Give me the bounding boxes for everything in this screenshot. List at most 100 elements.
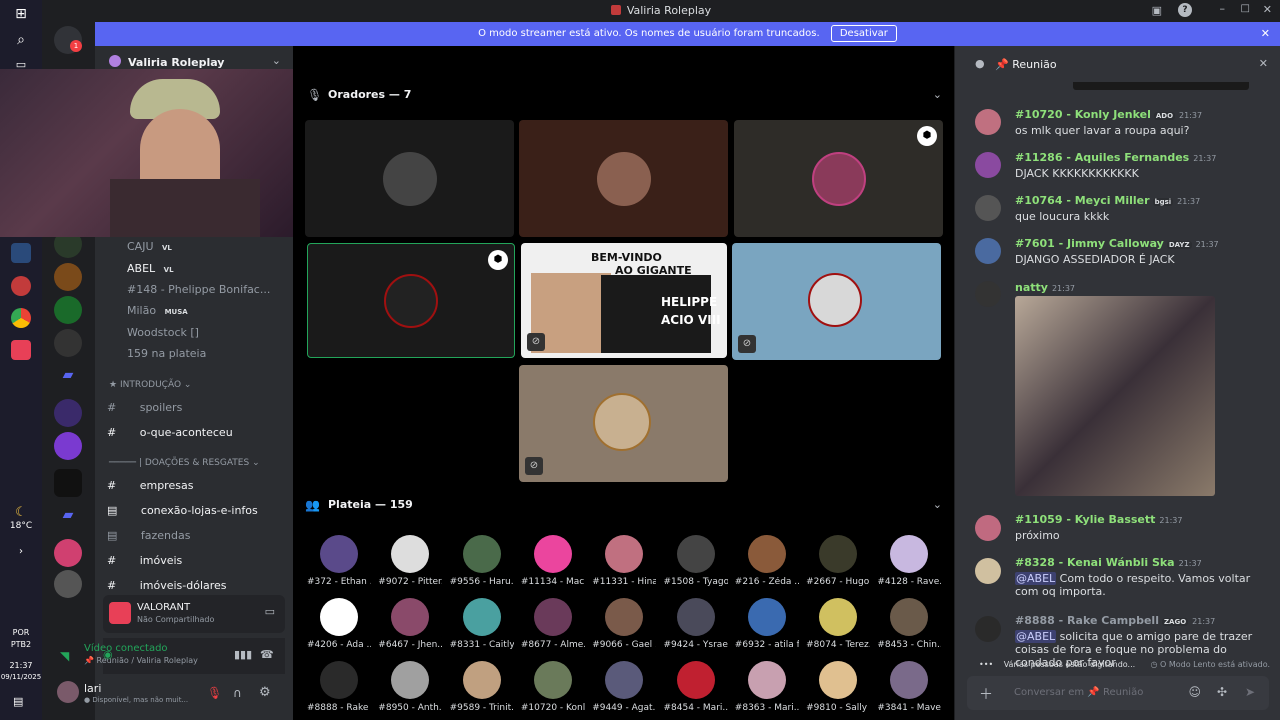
channel-conexao[interactable]: ▤ conexão-lojas-e-infos — [107, 504, 258, 517]
audience-avatar[interactable] — [605, 535, 644, 573]
audience-avatar[interactable] — [320, 598, 358, 636]
app-icon[interactable] — [11, 276, 31, 296]
speaker-tile-active[interactable]: ⬢ — [307, 243, 515, 358]
add-attachment-icon[interactable]: ＋ — [979, 684, 993, 704]
message-input[interactable]: ＋ Conversar em 📌 Reunião ☺ ✣ ➤ — [967, 676, 1269, 710]
audience-avatar[interactable] — [819, 535, 858, 573]
speaker-tile[interactable]: ⊘ — [519, 365, 728, 482]
server-icon[interactable] — [54, 570, 82, 598]
speaker-tile[interactable]: ⊘ — [732, 243, 941, 360]
server-icon[interactable] — [54, 296, 82, 324]
close-banner-icon[interactable]: ✕ — [1261, 22, 1270, 46]
user-avatar[interactable] — [57, 681, 79, 703]
audience-avatar[interactable] — [391, 598, 430, 636]
screen-share-icon[interactable]: ▭ — [265, 605, 275, 618]
chevron-up-icon[interactable]: › — [0, 546, 42, 557]
audience-avatar[interactable] — [605, 661, 644, 699]
message-avatar[interactable] — [975, 515, 1001, 541]
audience-avatar[interactable] — [747, 598, 786, 636]
close-chat-icon[interactable]: ✕ — [1259, 57, 1268, 70]
audience-avatar[interactable] — [676, 598, 715, 636]
clock-time[interactable]: 21:37 — [0, 661, 42, 670]
server-icon[interactable] — [54, 399, 82, 427]
chevron-down-icon[interactable]: ⌄ — [272, 54, 281, 67]
speaker-tile[interactable] — [305, 120, 514, 237]
audience-avatar[interactable] — [819, 661, 858, 699]
server-icon[interactable] — [54, 469, 82, 497]
speaker-tile[interactable]: ⬢ — [734, 120, 943, 237]
activity-panel[interactable]: VALORANT Não Compartilhado ▭ — [103, 595, 285, 633]
server-icon[interactable] — [54, 432, 82, 460]
mic-muted-icon[interactable]: 🎙 — [207, 686, 222, 700]
audience-avatar[interactable] — [676, 535, 715, 573]
server-icon[interactable] — [54, 263, 82, 291]
disconnect-icon[interactable]: ☎ — [260, 648, 274, 661]
settings-gear-icon[interactable]: ⚙ — [259, 685, 271, 700]
message-avatar[interactable] — [975, 238, 1001, 264]
emoji-icon[interactable]: ☺ — [1188, 685, 1201, 699]
server-icon[interactable] — [54, 329, 82, 357]
audience-avatar[interactable] — [533, 598, 572, 636]
disable-streamer-button[interactable]: Desativar — [830, 25, 897, 42]
audience-avatar[interactable] — [391, 661, 430, 699]
channel-imoveis-dolares[interactable]: # imóveis-dólares — [107, 579, 227, 592]
stage-member[interactable]: Milão MUSA — [127, 304, 190, 317]
signal-icon[interactable]: ◥ — [60, 649, 69, 663]
windows-start-icon[interactable]: ⊞ — [11, 6, 31, 26]
close-window-icon[interactable]: ✕ — [1263, 3, 1272, 16]
audience-count[interactable]: 159 na plateia — [127, 347, 206, 360]
headphones-icon[interactable]: ∩ — [233, 686, 242, 700]
category-introducao[interactable]: ★ INTRODUÇÃO ⌄ — [109, 380, 191, 390]
search-icon[interactable]: ⌕ — [11, 32, 31, 52]
audience-avatar[interactable] — [391, 535, 430, 573]
folder-icon[interactable]: ▰ — [54, 507, 82, 535]
screen-share-tile[interactable]: BEM-VINDO AO GIGANTE HELIPPE ACIO VIII ⊘ — [521, 243, 727, 358]
message-avatar[interactable] — [975, 281, 1001, 307]
inbox-icon[interactable]: ▣ — [1152, 4, 1162, 17]
folder-icon[interactable]: ▰ — [54, 367, 82, 395]
audience-avatar[interactable] — [676, 661, 715, 699]
chevron-down-icon[interactable]: ⌄ — [933, 88, 942, 101]
audience-avatar[interactable] — [533, 535, 572, 573]
audience-avatar[interactable] — [320, 535, 358, 573]
minimize-icon[interactable]: – — [1220, 2, 1226, 15]
stage-member[interactable]: #148 - Phelippe Bonifac... — [127, 283, 277, 296]
chevron-down-icon[interactable]: ⌄ — [933, 498, 942, 511]
help-icon[interactable]: ? — [1178, 3, 1192, 17]
apps-icon[interactable]: ✣ — [1217, 685, 1227, 699]
message-avatar[interactable] — [975, 109, 1001, 135]
server-name[interactable]: Valiria Roleplay — [128, 56, 224, 69]
steam-icon[interactable] — [11, 243, 31, 263]
send-icon[interactable]: ➤ — [1245, 685, 1255, 699]
user-name[interactable]: lari — [84, 682, 101, 695]
message-avatar[interactable] — [975, 558, 1001, 584]
stage-member[interactable]: CAJU VL — [127, 240, 174, 253]
audience-avatar[interactable] — [605, 598, 644, 636]
message-avatar[interactable] — [975, 195, 1001, 221]
chrome-icon[interactable] — [11, 308, 31, 328]
audience-avatar[interactable] — [890, 661, 929, 699]
stage-member[interactable]: Woodstock [] — [127, 326, 199, 339]
channel-empresas[interactable]: # empresas — [107, 479, 193, 492]
message-avatar[interactable] — [975, 616, 1001, 642]
speaker-tile[interactable] — [519, 120, 728, 237]
audience-avatar[interactable] — [533, 661, 572, 699]
server-icon[interactable] — [54, 539, 82, 567]
chat-image[interactable] — [1015, 296, 1215, 496]
voice-status[interactable]: Vídeo conectado — [84, 643, 168, 654]
audience-avatar[interactable] — [462, 535, 501, 573]
valorant-icon[interactable] — [11, 340, 31, 360]
audience-avatar[interactable] — [819, 598, 858, 636]
audience-avatar[interactable] — [747, 661, 786, 699]
channel-fazendas[interactable]: ▤ fazendas — [107, 529, 190, 542]
channel-spoilers[interactable]: # spoilers — [107, 401, 182, 414]
message-avatar[interactable] — [975, 152, 1001, 178]
soundboard-icon[interactable]: ▮▮▮ — [234, 648, 252, 661]
audience-avatar[interactable] — [890, 535, 929, 573]
audience-avatar[interactable] — [462, 661, 501, 699]
audience-avatar[interactable] — [320, 661, 358, 699]
lang-indicator[interactable]: POR — [0, 628, 42, 637]
maximize-icon[interactable]: □ — [1241, 3, 1250, 14]
stage-member[interactable]: ABEL VL — [127, 262, 176, 275]
channel-imoveis[interactable]: # imóveis — [107, 554, 182, 567]
